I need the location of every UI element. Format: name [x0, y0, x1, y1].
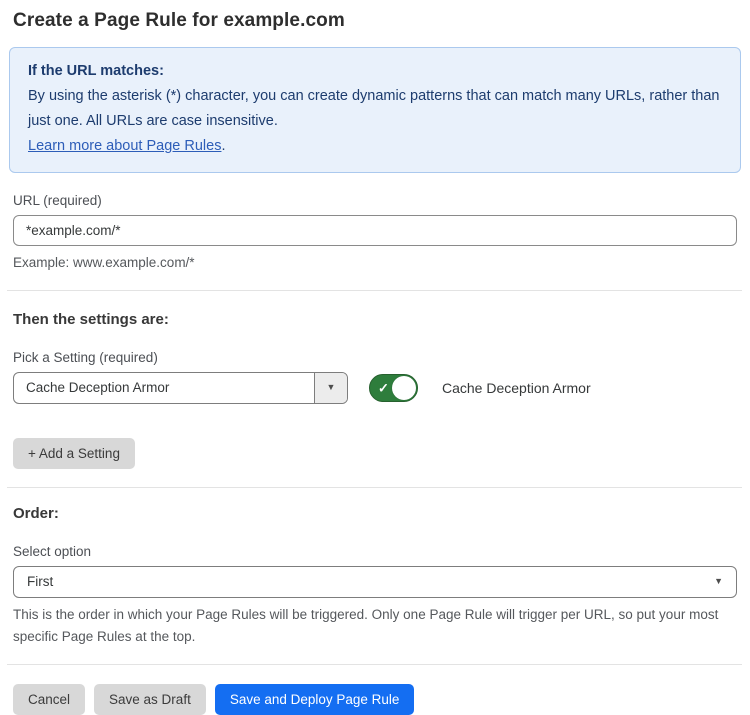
save-as-draft-button[interactable]: Save as Draft	[94, 684, 206, 715]
order-help-text: This is the order in which your Page Rul…	[13, 604, 737, 649]
setting-select-value: Cache Deception Armor	[14, 373, 314, 403]
add-setting-button[interactable]: + Add a Setting	[13, 438, 135, 469]
setting-select[interactable]: Cache Deception Armor ▼	[13, 372, 348, 404]
link-period: .	[221, 138, 225, 154]
url-field-label: URL (required)	[13, 193, 737, 208]
create-page-rule-form: Create a Page Rule for example.com If th…	[0, 0, 750, 715]
info-box-body: By using the asterisk (*) character, you…	[28, 84, 722, 159]
save-and-deploy-button[interactable]: Save and Deploy Page Rule	[215, 684, 415, 715]
toggle-knob	[392, 376, 416, 400]
settings-section-heading: Then the settings are:	[13, 311, 737, 328]
divider	[7, 664, 742, 665]
info-box-body-text: By using the asterisk (*) character, you…	[28, 88, 720, 129]
order-select-value: First	[27, 574, 53, 589]
footer-actions: Cancel Save as Draft Save and Deploy Pag…	[13, 684, 737, 715]
order-select-label: Select option	[13, 544, 737, 559]
page-title: Create a Page Rule for example.com	[13, 10, 737, 32]
setting-select-arrow-segment[interactable]: ▼	[314, 373, 347, 403]
url-matches-info-box: If the URL matches: By using the asteris…	[9, 47, 741, 173]
setting-row: Cache Deception Armor ▼ ✓ Cache Deceptio…	[13, 372, 737, 404]
learn-more-link[interactable]: Learn more about Page Rules	[28, 138, 221, 154]
url-example-text: Example: www.example.com/*	[13, 253, 737, 274]
divider	[7, 290, 742, 291]
chevron-down-icon: ▼	[714, 577, 723, 586]
toggle-label: Cache Deception Armor	[442, 380, 591, 396]
cache-deception-armor-toggle[interactable]: ✓	[369, 374, 418, 402]
pick-setting-label: Pick a Setting (required)	[13, 350, 737, 365]
setting-toggle-group: ✓ Cache Deception Armor	[369, 374, 591, 402]
order-select[interactable]: First ▼	[13, 566, 737, 598]
check-icon: ✓	[378, 381, 389, 394]
divider	[7, 487, 742, 488]
order-section-heading: Order:	[13, 505, 737, 522]
info-box-heading: If the URL matches:	[28, 59, 722, 84]
cancel-button[interactable]: Cancel	[13, 684, 85, 715]
url-input[interactable]	[13, 215, 737, 246]
chevron-down-icon: ▼	[327, 383, 336, 392]
